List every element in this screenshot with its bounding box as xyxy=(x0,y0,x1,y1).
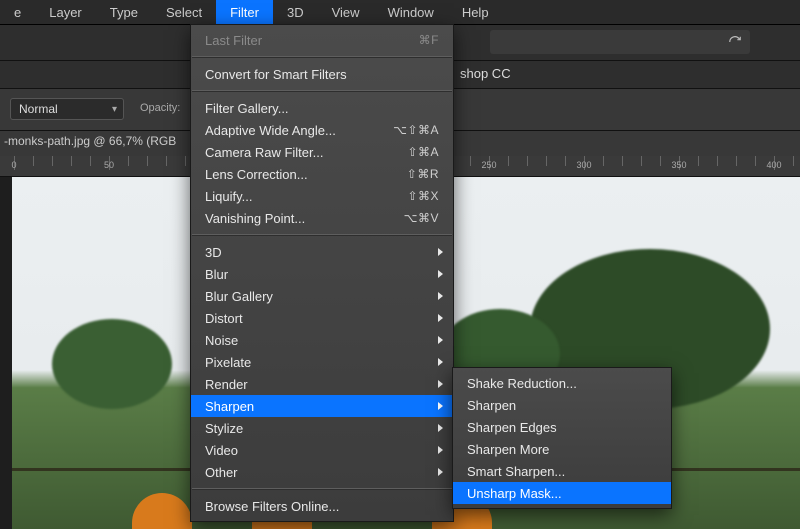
menu-item-shortcut: ⌥⇧⌘A xyxy=(393,123,439,137)
menu-item-label: Video xyxy=(205,443,238,458)
submenu-arrow-icon xyxy=(438,336,443,344)
menu-item-render[interactable]: Render xyxy=(191,373,453,395)
refresh-icon[interactable] xyxy=(728,35,742,49)
submenu-arrow-icon xyxy=(438,468,443,476)
menu-item-3d[interactable]: 3D xyxy=(191,241,453,263)
menu-item-vanishing-point[interactable]: Vanishing Point... ⌥⌘V xyxy=(191,207,453,229)
submenu-arrow-icon xyxy=(438,402,443,410)
menu-item-liquify[interactable]: Liquify... ⇧⌘X xyxy=(191,185,453,207)
submenu-arrow-icon xyxy=(438,292,443,300)
menu-item-shortcut: ⌥⌘V xyxy=(404,211,439,225)
menu-item-other[interactable]: Other xyxy=(191,461,453,483)
submenu-item-sharpen-edges[interactable]: Sharpen Edges xyxy=(453,416,671,438)
menu-filter[interactable]: Filter xyxy=(216,0,273,24)
submenu-arrow-icon xyxy=(438,380,443,388)
menu-view[interactable]: View xyxy=(318,0,374,24)
menu-item-label: Stylize xyxy=(205,421,243,436)
menu-item-filter-gallery[interactable]: Filter Gallery... xyxy=(191,97,453,119)
menu-item-shortcut: ⌘F xyxy=(419,33,439,47)
menu-item-label: Noise xyxy=(205,333,238,348)
submenu-item-shake-reduction[interactable]: Shake Reduction... xyxy=(453,372,671,394)
submenu-item-sharpen[interactable]: Sharpen xyxy=(453,394,671,416)
menu-separator xyxy=(192,234,452,236)
menu-item-label: Vanishing Point... xyxy=(205,211,305,226)
menu-item-pixelate[interactable]: Pixelate xyxy=(191,351,453,373)
home-label: shop CC xyxy=(460,66,511,81)
menu-item-label: Adaptive Wide Angle... xyxy=(205,123,336,138)
ruler-label: 300 xyxy=(576,160,591,170)
menu-item-distort[interactable]: Distort xyxy=(191,307,453,329)
menu-item-shortcut: ⇧⌘A xyxy=(407,145,439,159)
menu-item-blur[interactable]: Blur xyxy=(191,263,453,285)
menu-item-label: Camera Raw Filter... xyxy=(205,145,323,160)
ruler-label: 0 xyxy=(11,160,16,170)
menu-item-adaptive-wide-angle[interactable]: Adaptive Wide Angle... ⌥⇧⌘A xyxy=(191,119,453,141)
menu-item-shortcut: ⇧⌘X xyxy=(407,189,439,203)
submenu-arrow-icon xyxy=(438,358,443,366)
menu-item-camera-raw-filter[interactable]: Camera Raw Filter... ⇧⌘A xyxy=(191,141,453,163)
opacity-label: Opacity: xyxy=(140,102,180,114)
ruler-label: 50 xyxy=(104,160,114,170)
menu-help[interactable]: Help xyxy=(448,0,503,24)
menu-3d[interactable]: 3D xyxy=(273,0,318,24)
menu-window[interactable]: Window xyxy=(374,0,448,24)
chevron-down-icon: ▾ xyxy=(112,104,117,115)
menu-item-label: Blur Gallery xyxy=(205,289,273,304)
menu-item-label: Distort xyxy=(205,311,243,326)
menu-type[interactable]: Type xyxy=(96,0,152,24)
menu-layer[interactable]: Layer xyxy=(35,0,96,24)
photo-tree xyxy=(52,319,172,409)
menu-item-label: Convert for Smart Filters xyxy=(205,67,347,82)
ruler-label: 400 xyxy=(766,160,781,170)
ruler-label: 350 xyxy=(671,160,686,170)
menu-item-last-filter: Last Filter ⌘F xyxy=(191,29,453,51)
menu-separator xyxy=(192,90,452,92)
blend-mode-select[interactable]: Normal ▾ xyxy=(10,98,124,120)
menu-item-lens-correction[interactable]: Lens Correction... ⇧⌘R xyxy=(191,163,453,185)
menu-item-label: Filter Gallery... xyxy=(205,101,289,116)
menu-item-label: Pixelate xyxy=(205,355,251,370)
photo-monk xyxy=(132,493,192,529)
sharpen-submenu: Shake Reduction... Sharpen Sharpen Edges Sh… xyxy=(452,367,672,509)
menu-separator xyxy=(192,56,452,58)
submenu-item-smart-sharpen[interactable]: Smart Sharpen... xyxy=(453,460,671,482)
menu-item-sharpen[interactable]: Sharpen xyxy=(191,395,453,417)
menu-item-label: Lens Correction... xyxy=(205,167,308,182)
submenu-item-label: Sharpen More xyxy=(467,442,549,457)
menu-item-stylize[interactable]: Stylize xyxy=(191,417,453,439)
menu-item-convert-for-smart-filters[interactable]: Convert for Smart Filters xyxy=(191,63,453,85)
submenu-arrow-icon xyxy=(438,424,443,432)
filter-menu: Last Filter ⌘F Convert for Smart Filters Fi… xyxy=(190,24,454,522)
ruler-label: 250 xyxy=(481,160,496,170)
submenu-item-sharpen-more[interactable]: Sharpen More xyxy=(453,438,671,460)
menu-item-shortcut: ⇧⌘R xyxy=(407,167,439,181)
menu-item-label: Liquify... xyxy=(205,189,252,204)
submenu-arrow-icon xyxy=(438,446,443,454)
search-field[interactable] xyxy=(490,30,750,54)
submenu-arrow-icon xyxy=(438,314,443,322)
menu-item-browse-filters-online[interactable]: Browse Filters Online... xyxy=(191,495,453,517)
submenu-item-unsharp-mask[interactable]: Unsharp Mask... xyxy=(453,482,671,504)
menu-item-video[interactable]: Video xyxy=(191,439,453,461)
submenu-item-label: Shake Reduction... xyxy=(467,376,577,391)
menu-item-noise[interactable]: Noise xyxy=(191,329,453,351)
menu-item-label: Other xyxy=(205,465,238,480)
menu-item-label: Browse Filters Online... xyxy=(205,499,339,514)
menubar: e Layer Type Select Filter 3D View Windo… xyxy=(0,0,800,25)
menu-item-label: 3D xyxy=(205,245,222,260)
submenu-item-label: Sharpen xyxy=(467,398,516,413)
menu-item-blur-gallery[interactable]: Blur Gallery xyxy=(191,285,453,307)
menu-item-label: Last Filter xyxy=(205,33,262,48)
menu-item-label: Sharpen xyxy=(205,399,254,414)
submenu-arrow-icon xyxy=(438,248,443,256)
menu-item-label: Render xyxy=(205,377,248,392)
submenu-item-label: Unsharp Mask... xyxy=(467,486,562,501)
menu-image-clip[interactable]: e xyxy=(0,0,35,24)
submenu-item-label: Smart Sharpen... xyxy=(467,464,565,479)
submenu-arrow-icon xyxy=(438,270,443,278)
menu-item-label: Blur xyxy=(205,267,228,282)
menu-select[interactable]: Select xyxy=(152,0,216,24)
submenu-item-label: Sharpen Edges xyxy=(467,420,557,435)
menu-separator xyxy=(192,488,452,490)
